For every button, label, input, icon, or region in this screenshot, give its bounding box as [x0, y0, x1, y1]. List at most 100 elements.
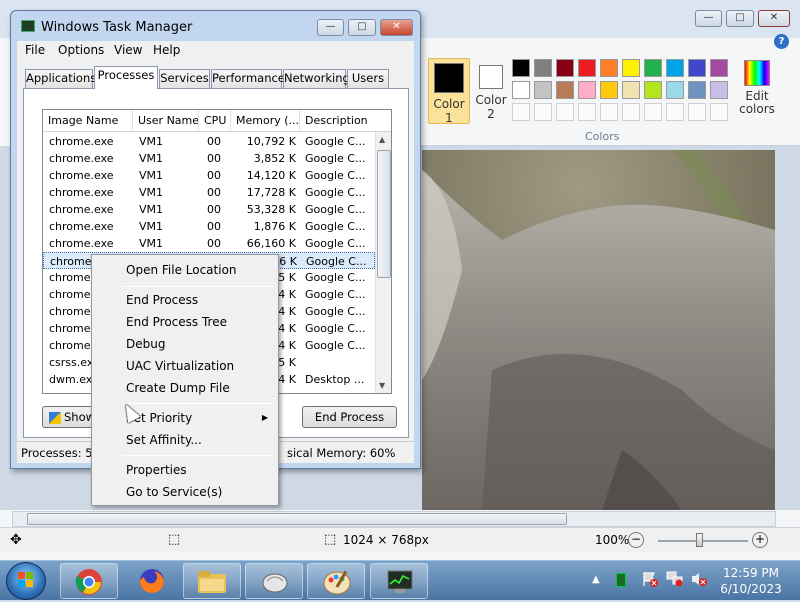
- table-row[interactable]: chrome.exe VM1 00 53,328 K Google C...: [43, 201, 375, 218]
- network-icon[interactable]: [666, 571, 684, 587]
- koala-image[interactable]: [422, 150, 775, 510]
- horizontal-scrollbar[interactable]: [12, 511, 776, 527]
- custom-color-slot[interactable]: [688, 103, 706, 121]
- tm-maximize-button[interactable]: □: [348, 19, 376, 36]
- zoom-out-button[interactable]: −: [628, 532, 644, 548]
- tray-task-manager-icon[interactable]: [616, 573, 626, 587]
- palette-swatch[interactable]: [622, 59, 640, 77]
- palette-swatch[interactable]: [710, 81, 728, 99]
- color1-swatch: [434, 63, 464, 93]
- taskbar-mouse-settings-button[interactable]: [245, 563, 303, 599]
- uac-shield-icon: [48, 411, 61, 424]
- palette-swatch[interactable]: [600, 59, 618, 77]
- table-cell: 00: [207, 220, 221, 233]
- table-cell: 3,852 K: [253, 152, 296, 165]
- color1-button[interactable]: Color 1: [428, 58, 470, 125]
- table-row[interactable]: chrome.exe VM1 00 10,792 K Google C...: [43, 133, 375, 150]
- menu-go-to-services[interactable]: Go to Service(s): [94, 482, 276, 502]
- table-cell: VM1: [139, 152, 164, 165]
- taskbar-clock[interactable]: 12:59 PM 6/10/2023: [716, 565, 786, 597]
- palette-swatch[interactable]: [512, 59, 530, 77]
- help-icon[interactable]: ?: [774, 34, 789, 49]
- table-row[interactable]: chrome.exe VM1 00 3,852 K Google C...: [43, 150, 375, 167]
- palette-swatch[interactable]: [578, 59, 596, 77]
- scroll-down-arrow-icon[interactable]: ▼: [379, 381, 385, 390]
- palette-swatch[interactable]: [666, 81, 684, 99]
- custom-color-slot[interactable]: [578, 103, 596, 121]
- palette-swatch[interactable]: [644, 81, 662, 99]
- custom-color-slot[interactable]: [534, 103, 552, 121]
- custom-color-slot[interactable]: [622, 103, 640, 121]
- palette-swatch[interactable]: [644, 59, 662, 77]
- tab-services[interactable]: Services: [159, 69, 210, 88]
- palette-swatch[interactable]: [600, 81, 618, 99]
- menu-set-affinity[interactable]: Set Affinity...: [94, 430, 276, 450]
- custom-color-slot[interactable]: [644, 103, 662, 121]
- task-manager-title-bar[interactable]: Windows Task Manager — □ ✕: [11, 11, 420, 41]
- custom-color-slot[interactable]: [556, 103, 574, 121]
- table-row[interactable]: chrome.exe VM1 00 66,160 K Google C...: [43, 235, 375, 252]
- menu-help[interactable]: Help: [153, 43, 180, 57]
- process-list-scrollbar[interactable]: ▲ ▼: [375, 132, 391, 393]
- taskbar-explorer-button[interactable]: [183, 563, 241, 599]
- custom-color-slot[interactable]: [666, 103, 684, 121]
- menu-uac-virtualization[interactable]: UAC Virtualization: [94, 356, 276, 376]
- palette-swatch[interactable]: [534, 81, 552, 99]
- taskbar-chrome-button[interactable]: [60, 563, 118, 599]
- zoom-in-button[interactable]: +: [752, 532, 768, 548]
- palette-swatch[interactable]: [688, 81, 706, 99]
- table-cell: Google C...: [305, 271, 366, 284]
- palette-swatch[interactable]: [710, 59, 728, 77]
- tm-minimize-button[interactable]: —: [317, 19, 344, 36]
- palette-swatch[interactable]: [556, 59, 574, 77]
- palette-swatch[interactable]: [534, 59, 552, 77]
- scroll-up-arrow-icon[interactable]: ▲: [379, 135, 385, 144]
- show-hidden-icons-icon[interactable]: ▲: [592, 574, 600, 585]
- start-button[interactable]: [6, 562, 46, 600]
- menu-create-dump-file[interactable]: Create Dump File: [94, 378, 276, 398]
- taskbar-paint-button[interactable]: [307, 563, 365, 599]
- menu-open-file-location[interactable]: Open File Location: [94, 260, 276, 280]
- horizontal-scrollbar-thumb[interactable]: [27, 513, 567, 525]
- menu-file[interactable]: File: [25, 43, 45, 57]
- palette-swatch[interactable]: [556, 81, 574, 99]
- palette-swatch[interactable]: [688, 59, 706, 77]
- palette-swatch[interactable]: [578, 81, 596, 99]
- paint-close-button[interactable]: ✕: [758, 10, 790, 27]
- menu-properties[interactable]: Properties: [94, 460, 276, 480]
- custom-color-slot[interactable]: [512, 103, 530, 121]
- menu-end-process-tree[interactable]: End Process Tree: [94, 312, 276, 332]
- table-row[interactable]: chrome.exe VM1 00 14,120 K Google C...: [43, 167, 375, 184]
- tab-applications[interactable]: Applications: [25, 69, 96, 88]
- zoom-slider[interactable]: [658, 540, 748, 542]
- menu-options[interactable]: Options: [58, 43, 104, 57]
- table-row[interactable]: chrome.exe VM1 00 1,876 K Google C...: [43, 218, 375, 235]
- tab-networking[interactable]: Networking: [283, 69, 350, 88]
- palette-swatch[interactable]: [512, 81, 530, 99]
- custom-color-slot[interactable]: [710, 103, 728, 121]
- palette-swatch[interactable]: [622, 81, 640, 99]
- taskbar-firefox-button[interactable]: [130, 565, 174, 597]
- tm-close-button[interactable]: ✕: [380, 19, 413, 36]
- table-cell: VM1: [139, 169, 164, 182]
- tab-processes[interactable]: Processes: [94, 66, 158, 89]
- menu-end-process[interactable]: End Process: [94, 290, 276, 310]
- menu-view[interactable]: View: [114, 43, 142, 57]
- paint-minimize-button[interactable]: —: [695, 10, 722, 27]
- menu-debug[interactable]: Debug: [94, 334, 276, 354]
- taskbar-task-manager-button[interactable]: [370, 563, 428, 599]
- process-list-scrollbar-thumb[interactable]: [377, 150, 391, 278]
- table-cell: chrome.exe: [49, 169, 114, 182]
- paint-maximize-button[interactable]: □: [726, 10, 754, 27]
- action-center-icon[interactable]: [642, 571, 658, 587]
- palette-swatch[interactable]: [666, 59, 684, 77]
- end-process-button[interactable]: End Process: [302, 406, 397, 428]
- tab-users[interactable]: Users: [347, 69, 389, 88]
- table-row[interactable]: chrome.exe VM1 00 17,728 K Google C...: [43, 184, 375, 201]
- zoom-slider-thumb[interactable]: [696, 533, 703, 547]
- color2-button[interactable]: Color 2: [470, 58, 512, 124]
- edit-colors-button[interactable]: Edit colors: [734, 60, 780, 116]
- custom-color-slot[interactable]: [600, 103, 618, 121]
- volume-muted-icon[interactable]: [690, 571, 708, 587]
- tab-performance[interactable]: Performance: [211, 69, 285, 88]
